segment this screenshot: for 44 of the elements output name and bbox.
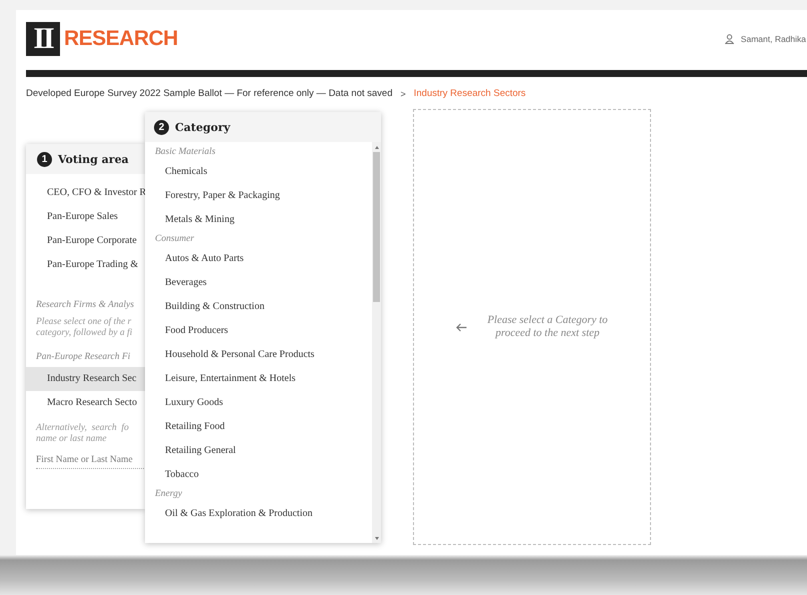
breadcrumb-link[interactable]: Developed Europe Survey 2022 Sample Ballot — For reference only — Data not saved xyxy=(26,88,392,99)
instruction-text: Alternatively, search fo name or last name xyxy=(34,423,130,445)
voting-area-item[interactable]: Pan-Europe Sales xyxy=(26,205,145,229)
next-step-message: Please select a Category to proceed to the next step xyxy=(487,314,608,340)
section-heading: Pan-Europe Research Fi xyxy=(35,351,132,364)
category-item[interactable]: Beverages xyxy=(145,271,372,295)
category-item[interactable]: Luxury Goods xyxy=(145,391,372,415)
step-number: 1 xyxy=(37,152,52,166)
category-item[interactable]: Household & Personal Care Products xyxy=(145,343,372,367)
scrollbar-thumb[interactable] xyxy=(373,152,380,302)
category-item[interactable]: Chemicals xyxy=(145,160,372,184)
panel-title: Category xyxy=(175,120,230,134)
voting-area-item[interactable]: Industry Research Sec xyxy=(26,367,145,391)
scroll-up-icon[interactable] xyxy=(374,146,378,149)
category-item[interactable]: Autos & Auto Parts xyxy=(145,247,372,271)
search-field[interactable]: First Name or Last Name xyxy=(36,453,144,469)
category-item[interactable]: Retailing General xyxy=(145,439,372,463)
voting-area-item[interactable]: CEO, CFO & Investor R xyxy=(26,181,145,205)
instruction-text: Please select one of the r category, followed by a fi xyxy=(35,317,134,339)
section-heading: Research Firms & Analys xyxy=(35,299,135,312)
category-item[interactable]: Oil & Gas Exploration & Production xyxy=(145,502,372,526)
voting-area-item[interactable]: Macro Research Secto xyxy=(26,391,145,415)
panel-title: Voting area xyxy=(58,152,129,166)
step-number: 2 xyxy=(154,120,169,134)
user-icon xyxy=(724,34,734,44)
left-arrow-icon xyxy=(456,322,468,332)
scroll-down-icon[interactable] xyxy=(374,537,378,540)
voting-area-item[interactable]: Pan-Europe Trading & xyxy=(26,253,145,277)
group-heading: Consumer xyxy=(154,233,196,246)
category-item[interactable]: Retailing Food xyxy=(145,415,372,439)
category-item[interactable]: Food Producers xyxy=(145,319,372,343)
category-item[interactable]: Leisure, Entertainment & Hotels xyxy=(145,367,372,391)
voting-area-item[interactable]: Pan-Europe Corporate xyxy=(26,229,145,253)
category-item[interactable]: Metals & Mining xyxy=(145,208,372,232)
group-heading: Energy xyxy=(154,488,184,501)
user-name[interactable]: Samant, Radhika xyxy=(740,34,806,44)
category-item[interactable]: Building & Construction xyxy=(145,295,372,319)
group-heading: Basic Materials xyxy=(154,146,216,159)
category-item[interactable]: Tobacco xyxy=(145,463,372,487)
logo-mark: II xyxy=(26,22,60,56)
logo-wordmark: RESEARCH xyxy=(64,26,178,50)
chevron-icon: > xyxy=(400,88,406,98)
scrollbar[interactable] xyxy=(372,142,381,543)
category-item[interactable]: Forestry, Paper & Packaging xyxy=(145,184,372,208)
